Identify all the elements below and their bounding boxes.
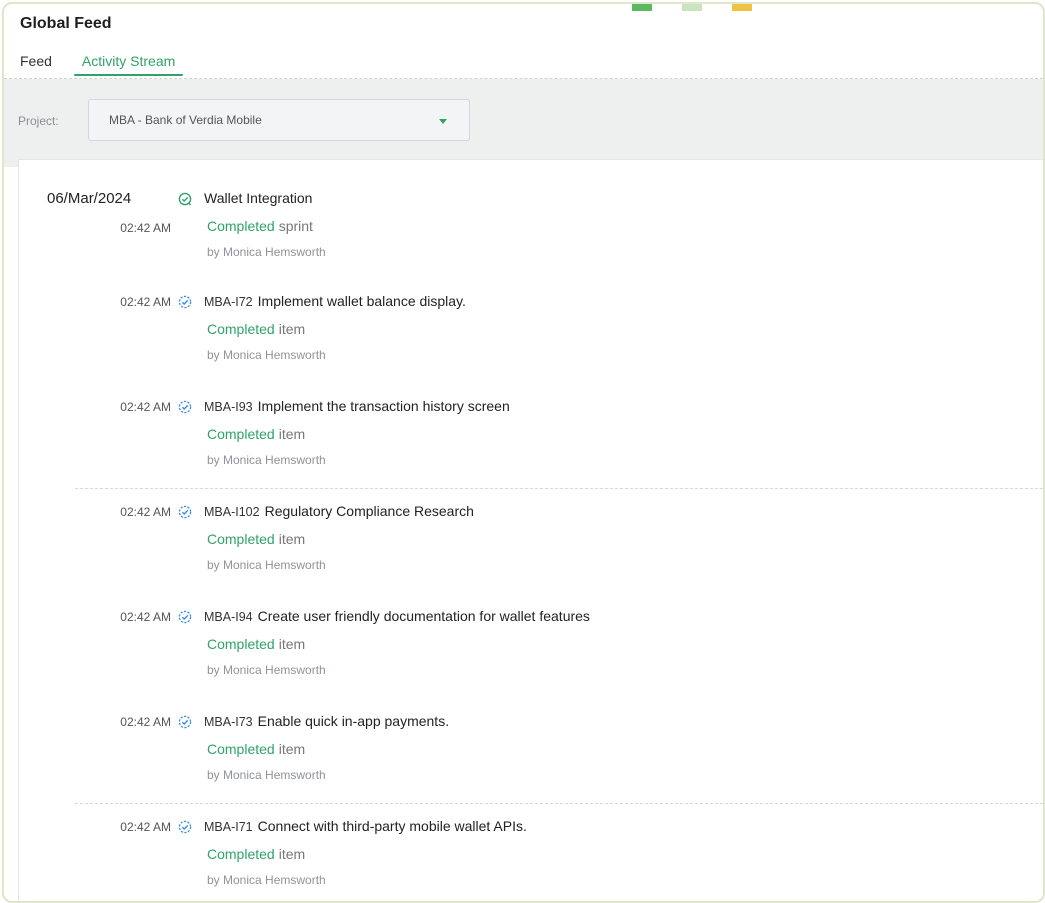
entry-title-line[interactable]: MBA-I102 Regulatory Compliance Research — [204, 503, 474, 519]
status-text: Completed — [207, 846, 275, 862]
entry-title[interactable]: Implement wallet balance display. — [258, 293, 466, 309]
object-type: item — [278, 321, 306, 337]
object-type: item — [278, 426, 306, 442]
entry-title[interactable]: Implement the transaction history screen — [258, 398, 510, 414]
entry-status-line: Completed item — [207, 846, 305, 862]
entry-time: 02:42 AM — [120, 505, 171, 519]
status-text: Completed — [207, 426, 275, 442]
status-text: Completed — [207, 741, 275, 757]
page-title: Global Feed — [20, 15, 112, 32]
entry-title[interactable]: Wallet Integration — [204, 190, 312, 206]
entry-title-line[interactable]: MBA-I71 Connect with third-party mobile w… — [204, 818, 527, 834]
feed-date: 06/Mar/2024 — [47, 190, 132, 207]
entry-time: 02:42 AM — [120, 400, 171, 414]
project-filter-label: Project: — [18, 114, 59, 128]
status-text: Completed — [207, 218, 275, 234]
entry-time: 02:42 AM — [120, 715, 171, 729]
item-complete-icon — [178, 820, 192, 834]
entry-separator — [75, 803, 1043, 804]
entry-status-line: Completed item — [207, 426, 305, 442]
feed-tabs: Feed Activity Stream — [20, 53, 184, 76]
page-header: Global Feed Feed Activity Stream — [4, 4, 1043, 79]
entry-title-line[interactable]: MBA-I93 Implement the transaction history… — [204, 398, 510, 414]
entry-author: by Monica Hemsworth — [207, 558, 326, 572]
entry-status-line: Completed item — [207, 741, 305, 757]
object-type: item — [278, 636, 306, 652]
entry-author: by Monica Hemsworth — [207, 873, 326, 887]
entry-time: 02:42 AM — [120, 295, 171, 309]
entry-status-line: Completed item — [207, 636, 305, 652]
entry-author: by Monica Hemsworth — [207, 348, 326, 362]
entry-title[interactable]: Create user friendly documentation for w… — [258, 608, 590, 624]
entry-title-line[interactable]: Wallet Integration — [204, 190, 312, 206]
entry-author: by Monica Hemsworth — [207, 245, 326, 259]
item-key[interactable]: MBA-I102 — [204, 505, 260, 519]
entry-status-line: Completed sprint — [207, 218, 313, 234]
item-key[interactable]: MBA-I72 — [204, 295, 253, 309]
entry-separator — [75, 488, 1043, 489]
status-text: Completed — [207, 531, 275, 547]
item-key[interactable]: MBA-I73 — [204, 715, 253, 729]
project-select-value: MBA - Bank of Verdia Mobile — [109, 113, 262, 127]
status-text: Completed — [207, 321, 275, 337]
chevron-down-icon — [439, 119, 447, 124]
tab-feed[interactable]: Feed — [20, 53, 52, 69]
entry-time: 02:42 AM — [120, 610, 171, 624]
entry-title[interactable]: Regulatory Compliance Research — [265, 503, 474, 519]
item-key[interactable]: MBA-I93 — [204, 400, 253, 414]
item-complete-icon — [178, 295, 192, 309]
entry-status-line: Completed item — [207, 321, 305, 337]
item-complete-icon — [178, 400, 192, 414]
entry-author: by Monica Hemsworth — [207, 768, 326, 782]
entry-time: 02:42 AM — [120, 820, 171, 834]
object-type: item — [278, 846, 306, 862]
project-select[interactable]: MBA - Bank of Verdia Mobile — [88, 99, 470, 141]
object-type: item — [278, 531, 306, 547]
entry-title-line[interactable]: MBA-I72 Implement wallet balance display. — [204, 293, 466, 309]
entry-title[interactable]: Enable quick in-app payments. — [258, 713, 449, 729]
filter-toolbar: Project: MBA - Bank of Verdia Mobile — [4, 79, 1043, 167]
entry-title[interactable]: Connect with third-party mobile wallet A… — [258, 818, 527, 834]
item-complete-icon — [178, 505, 192, 519]
entry-title-line[interactable]: MBA-I73 Enable quick in-app payments. — [204, 713, 449, 729]
activity-stream-panel: 06/Mar/2024 02:42 AM Wallet Integration … — [18, 159, 1043, 901]
entry-author: by Monica Hemsworth — [207, 663, 326, 677]
item-complete-icon — [178, 610, 192, 624]
item-key[interactable]: MBA-I94 — [204, 610, 253, 624]
entry-time: 02:42 AM — [120, 221, 171, 235]
sprint-complete-icon — [178, 192, 192, 206]
tab-activity-stream[interactable]: Activity Stream — [73, 53, 184, 76]
object-type: sprint — [278, 218, 313, 234]
entry-title-line[interactable]: MBA-I94 Create user friendly documentatio… — [204, 608, 590, 624]
entry-status-line: Completed item — [207, 531, 305, 547]
entry-author: by Monica Hemsworth — [207, 453, 326, 467]
status-text: Completed — [207, 636, 275, 652]
item-key[interactable]: MBA-I71 — [204, 820, 253, 834]
object-type: item — [278, 741, 306, 757]
item-complete-icon — [178, 715, 192, 729]
global-feed-window: Global Feed Feed Activity Stream Project… — [2, 2, 1045, 903]
